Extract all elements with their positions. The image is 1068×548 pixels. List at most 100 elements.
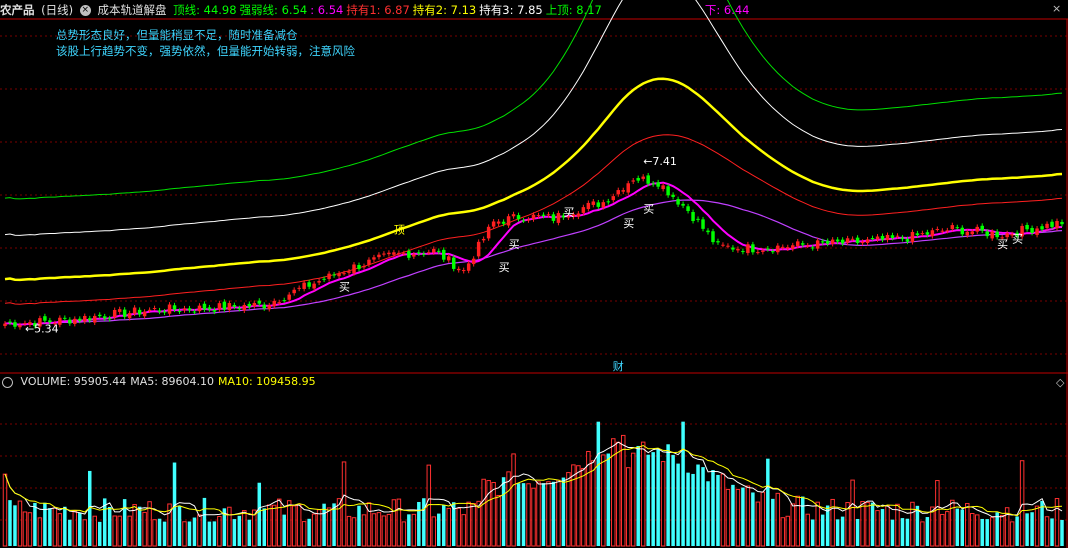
volume-bar	[217, 515, 222, 547]
volume-bar	[1034, 505, 1040, 547]
volume-bar	[701, 467, 705, 546]
candle-body	[641, 176, 645, 179]
volume-toggle-icon[interactable]	[2, 376, 13, 388]
volume-bar	[850, 479, 855, 547]
candle-body	[980, 225, 984, 231]
candle-body	[446, 256, 451, 261]
candle-body	[820, 241, 825, 243]
candle-body	[337, 273, 341, 277]
volume-bar	[855, 518, 860, 546]
volume-bar	[357, 505, 361, 546]
volume-bar	[27, 512, 33, 547]
candle-body	[262, 304, 267, 309]
candle-body	[491, 221, 496, 227]
chart-label: ←5.34	[25, 322, 59, 335]
volume-bar	[17, 500, 23, 547]
volume-bar	[696, 464, 700, 546]
candle-body	[666, 186, 670, 196]
volume-bar	[187, 521, 192, 546]
volume-bar	[766, 458, 770, 546]
volume-bar	[686, 472, 690, 546]
candle-body	[546, 214, 551, 216]
candle-body	[217, 303, 222, 310]
candle-body	[127, 313, 132, 319]
volume-bar	[965, 503, 970, 547]
fast-ma-line	[4, 181, 1063, 326]
volume-bar	[945, 511, 950, 547]
volume-bar	[1030, 512, 1034, 546]
candle-body	[442, 249, 446, 260]
chart-label: 买	[499, 261, 510, 274]
volume-bar	[411, 513, 417, 547]
volume-bar	[706, 481, 710, 546]
volume-bar	[97, 521, 102, 546]
candle-body	[456, 268, 461, 271]
volume-bar	[496, 494, 501, 547]
volume-bar	[422, 498, 426, 546]
volume-bar	[760, 491, 766, 547]
volume-bar	[1015, 516, 1019, 546]
volume-bar	[731, 484, 735, 546]
volume-bar	[396, 498, 402, 547]
volume-bar	[262, 508, 267, 546]
candle-body	[112, 309, 117, 318]
volume-bar	[8, 500, 12, 546]
chart-window: 农产品 (日线) × 成本轨道解盘 顶线: 44.98 强弱线: 6.54: 6.…	[0, 0, 1068, 548]
volume-bar	[920, 521, 925, 547]
candle-body	[297, 287, 301, 289]
volume-bar	[875, 510, 880, 547]
candle-body	[232, 305, 237, 307]
volume-bar	[376, 512, 382, 547]
candle-body	[93, 315, 97, 323]
candle-body	[1060, 221, 1064, 225]
volume-ma10-line	[4, 444, 1063, 517]
volume-bar	[955, 508, 960, 546]
candle-body	[486, 226, 491, 239]
volume-bar	[980, 518, 984, 546]
volume-bar	[556, 479, 561, 547]
volume-bar	[900, 518, 905, 546]
candle-body	[1005, 233, 1009, 238]
candle-body	[621, 190, 625, 192]
candle-body	[830, 239, 835, 244]
volume-bar	[890, 519, 895, 546]
chart-label: 顶	[394, 224, 405, 237]
candle-body	[516, 215, 521, 220]
volume-bar	[566, 472, 571, 547]
candle-body	[63, 317, 67, 319]
volume-bar	[142, 511, 147, 547]
volume-bar	[1019, 460, 1025, 547]
candle-body	[965, 231, 970, 236]
candle-body	[481, 238, 486, 241]
candle-body	[377, 254, 381, 258]
volume-bar	[361, 514, 367, 547]
candle-body	[282, 300, 286, 302]
candle-body	[656, 182, 660, 187]
candle-body	[83, 315, 87, 322]
volume-bar	[127, 515, 132, 547]
volume-bar	[491, 482, 496, 547]
candle-body	[242, 304, 247, 311]
volume-bar	[341, 461, 347, 547]
candle-body	[726, 245, 730, 247]
volume-bar	[640, 441, 646, 547]
candle-body	[935, 228, 940, 230]
candle-body	[1045, 223, 1049, 228]
candle-body	[985, 231, 989, 237]
volume-bar	[511, 453, 516, 547]
candle-body	[302, 282, 306, 289]
candle-body	[237, 308, 242, 310]
volume-bar	[37, 517, 43, 547]
candle-body	[347, 271, 351, 273]
candle-body	[342, 273, 346, 275]
candle-body	[267, 305, 271, 310]
candle-body	[835, 239, 840, 242]
candle-body	[706, 230, 710, 233]
volume-bar	[417, 501, 421, 546]
candle-body	[905, 239, 910, 242]
candle-body	[152, 308, 157, 310]
volume-bar	[591, 460, 596, 547]
candle-body	[137, 309, 142, 315]
candle-body	[382, 253, 386, 255]
candle-body	[880, 235, 885, 240]
